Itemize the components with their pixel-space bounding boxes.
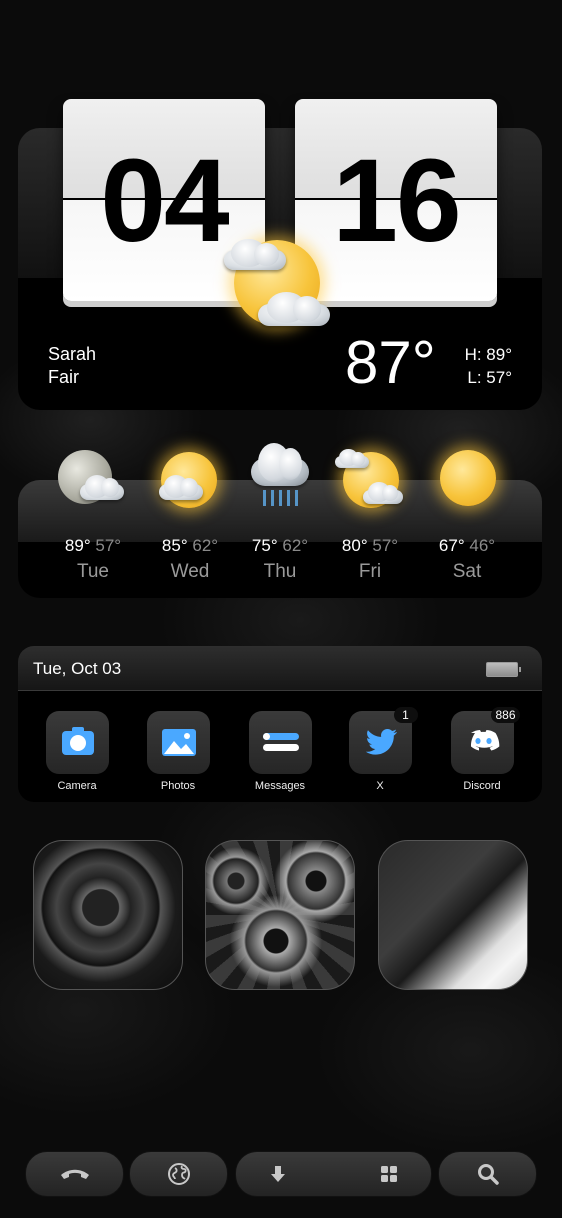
app-label: Messages: [254, 780, 306, 792]
partly-cloudy-night-icon: [58, 440, 128, 510]
phone-button[interactable]: [25, 1151, 124, 1197]
camera-icon: [61, 727, 94, 755]
photos-icon: [161, 729, 196, 756]
forecast-day-name: Wed: [170, 561, 210, 582]
high-low-block: H: 89° L: 57°: [465, 343, 512, 389]
photo-widget-gears[interactable]: [205, 840, 355, 990]
notification-badge: 886: [491, 707, 520, 723]
app-label: Discord: [463, 780, 501, 792]
forecast-low: 57°: [372, 536, 399, 555]
hour-flip-card: 04: [63, 99, 265, 301]
thunderstorm-icon: [245, 440, 315, 510]
weather-condition: Fair: [48, 367, 79, 387]
app-messages[interactable]: Messages: [240, 711, 320, 792]
current-temperature: 87°: [345, 329, 436, 396]
partly-cloudy-icon: [335, 440, 405, 510]
globe-icon: [167, 1163, 190, 1185]
forecast-day-name: Tue: [76, 561, 110, 582]
forecast-day: 85° 62° Wed: [141, 440, 239, 583]
app-grid-button[interactable]: [369, 1152, 409, 1196]
grid-icon: [381, 1166, 397, 1182]
hour-digits: 04: [100, 135, 229, 267]
date-label: Tue, Oct 03: [33, 659, 122, 678]
location-name-block: Sarah Fair: [48, 343, 96, 389]
forecast-high: 80°: [341, 536, 368, 555]
apps-widget-header: Tue, Oct 03: [18, 646, 542, 691]
forecast-low: 62°: [282, 536, 309, 555]
app-label: X: [376, 780, 384, 792]
phone-icon: [60, 1169, 89, 1179]
photo-widget-camera-lens[interactable]: [33, 840, 183, 990]
forecast-day: 75° 62° Thu: [231, 440, 329, 583]
partly-cloudy-icon: [155, 440, 225, 510]
download-icon: [271, 1166, 285, 1182]
app-camera[interactable]: Camera: [37, 711, 117, 792]
app-photos[interactable]: Photos: [138, 711, 218, 792]
minute-digits: 16: [332, 135, 461, 267]
forecast-day-name: Fri: [358, 561, 382, 582]
forecast-day-name: Sat: [452, 561, 482, 582]
sunny-icon: [432, 440, 502, 510]
forecast-day: 89° 57° Tue: [44, 440, 142, 583]
location-name: Sarah: [48, 344, 97, 364]
app-discord[interactable]: 886 Discord: [442, 707, 522, 792]
messages-icon: [262, 733, 299, 751]
forecast-day: 67° 46° Sat: [418, 440, 516, 583]
notification-badge: 1: [393, 707, 418, 723]
app-label: Photos: [160, 780, 196, 792]
app-x[interactable]: 1 X: [340, 707, 420, 792]
browser-button[interactable]: [129, 1151, 228, 1197]
forecast-low: 57°: [95, 536, 122, 555]
battery-icon: [486, 662, 521, 677]
downloads-apps-button[interactable]: [235, 1151, 432, 1197]
app-label: Camera: [57, 780, 97, 792]
minute-flip-card: 16: [295, 99, 497, 301]
forecast-low: 62°: [192, 536, 219, 555]
forecast-high: 85°: [161, 536, 188, 555]
forecast-high: 75°: [251, 536, 278, 555]
forecast-high: 67°: [438, 536, 465, 555]
photo-widget-earbuds[interactable]: [378, 840, 528, 990]
search-icon: [477, 1164, 499, 1185]
forecast-day: 80° 57° Fri: [321, 440, 419, 583]
forecast-day-name: Thu: [263, 561, 297, 582]
high-temperature: H: 89°: [464, 345, 512, 364]
forecast-low: 46°: [469, 536, 496, 555]
forecast-high: 89°: [64, 536, 91, 555]
search-button[interactable]: [438, 1151, 537, 1197]
low-temperature: L: 57°: [467, 368, 512, 387]
download-button[interactable]: [258, 1152, 298, 1196]
